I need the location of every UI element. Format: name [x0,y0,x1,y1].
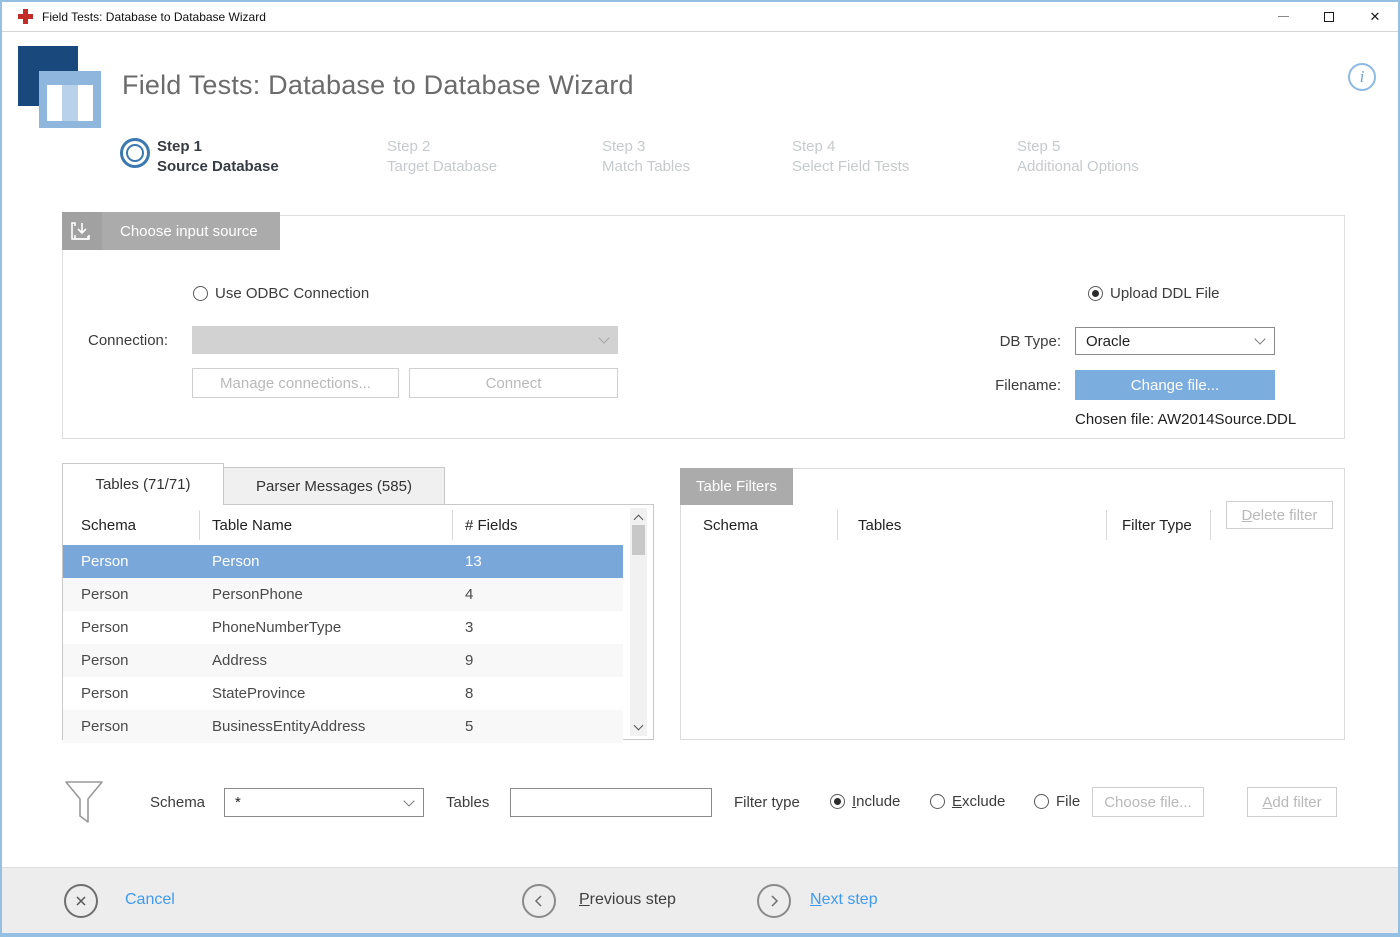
scroll-down-icon[interactable] [630,720,647,734]
change-file-button[interactable]: Change file... [1075,370,1275,400]
scrollbar-thumb[interactable] [632,525,645,555]
filters-column-tables: Tables [838,510,1107,540]
table-row[interactable]: Person StateProvince 8 [63,677,623,710]
exclude-radio[interactable]: Exclude [930,793,1005,811]
filter-tables-label: Tables [446,794,489,811]
table-row[interactable]: Person BusinessEntityAddress 5 [63,710,623,743]
filter-tables-input[interactable] [510,788,712,817]
download-icon [62,212,102,250]
tables-list-panel: Schema Table Name # Fields Person Person… [62,504,654,740]
ddl-radio-circle[interactable] [1088,286,1103,301]
table-row[interactable]: Person Person 13 [63,545,623,578]
next-step-icon[interactable] [757,884,791,918]
filter-schema-value: * [235,794,241,811]
db-type-label: DB Type: [963,333,1061,350]
add-filter-button: Add filter [1247,787,1337,817]
connection-select [192,326,618,354]
connection-label: Connection: [88,332,168,349]
include-radio-label: Include [852,793,900,810]
exclude-radio-circle[interactable] [930,794,945,809]
input-source-header: Choose input source [62,212,280,250]
choose-file-button: Choose file... [1092,787,1204,817]
column-num-fields: # Fields [453,513,653,537]
delete-filter-button: Delete filter [1226,501,1333,529]
cancel-icon[interactable] [64,884,98,918]
exclude-radio-label: Exclude [952,793,1005,810]
info-icon[interactable]: i [1348,63,1376,91]
close-button[interactable]: ✕ [1352,2,1398,31]
maximize-icon [1324,12,1334,22]
file-radio-label: File [1056,793,1080,810]
odbc-radio[interactable]: Use ODBC Connection [193,285,369,303]
input-source-header-label: Choose input source [102,223,280,240]
scroll-up-icon[interactable] [630,510,647,524]
table-filters-panel: Schema Tables Filter Type Delete filter [680,468,1345,740]
include-radio-circle[interactable] [830,794,845,809]
chevron-down-icon [1254,333,1265,344]
footer-bar: Cancel Previous step Next step [2,867,1398,933]
minimize-icon [1278,16,1289,17]
close-icon: ✕ [1370,10,1381,23]
window-title: Field Tests: Database to Database Wizard [42,10,266,24]
ddl-radio[interactable]: Upload DDL File [1088,285,1220,303]
cancel-button[interactable]: Cancel [125,891,175,909]
table-row[interactable]: Person PersonPhone 4 [63,578,623,611]
filter-schema-select[interactable]: * [224,788,424,817]
table-filters-header: Table Filters [680,468,793,505]
column-table-name: Table Name [200,510,453,540]
page-title: Field Tests: Database to Database Wizard [122,70,634,101]
step-2-target-database: Step 2Target Database [387,137,497,177]
odbc-radio-circle[interactable] [193,286,208,301]
table-filters-header-label: Table Filters [680,478,793,495]
step-5-additional-options: Step 5Additional Options [1017,137,1139,177]
tables-list-header: Schema Table Name # Fields [63,505,653,545]
app-window: Field Tests: Database to Database Wizard… [0,0,1400,937]
step-1-source-database: Step 1Source Database [157,137,279,177]
step-4-select-field-tests: Step 4Select Field Tests [792,137,909,177]
connect-button: Connect [409,368,618,398]
app-logo-icon [18,46,102,128]
filter-type-label: Filter type [734,794,800,811]
previous-step-icon[interactable] [522,884,556,918]
chosen-file-text: Chosen file: AW2014Source.DDL [1075,411,1296,428]
tables-list-body: Person Person 13 Person PersonPhone 4 Pe… [63,545,653,743]
file-radio[interactable]: File [1034,793,1080,811]
step-3-match-tables: Step 3Match Tables [602,137,690,177]
title-bar: Field Tests: Database to Database Wizard… [2,2,1398,32]
step1-circle-icon [120,138,150,168]
file-radio-circle[interactable] [1034,794,1049,809]
filters-column-filter-type: Filter Type [1107,510,1211,540]
table-row[interactable]: Person Address 9 [63,644,623,677]
chevron-down-icon [598,332,609,343]
next-step-button[interactable]: Next step [810,891,878,909]
funnel-icon [64,780,104,831]
window-controls: ✕ [1260,2,1398,31]
tab-parser-messages[interactable]: Parser Messages (585) [223,467,445,505]
tables-scrollbar[interactable] [630,508,647,736]
ddl-radio-label: Upload DDL File [1110,285,1220,302]
tab-tables[interactable]: Tables (71/71) [62,463,224,505]
filters-column-schema: Schema [681,510,838,540]
column-schema: Schema [63,510,200,540]
manage-connections-button: Manage connections... [192,368,399,398]
filter-schema-label: Schema [150,794,205,811]
db-type-select[interactable]: Oracle [1075,327,1275,355]
table-row[interactable]: Person PhoneNumberType 3 [63,611,623,644]
chevron-down-icon [403,795,414,806]
include-radio[interactable]: Include [830,793,900,811]
app-cross-icon [18,9,33,24]
wizard-steps: Step 1Source Database Step 2Target Datab… [2,137,1398,183]
filename-label: Filename: [963,377,1061,394]
minimize-button[interactable] [1260,2,1306,31]
odbc-radio-label: Use ODBC Connection [215,285,369,302]
maximize-button[interactable] [1306,2,1352,31]
previous-step-button[interactable]: Previous step [579,891,676,909]
db-type-value: Oracle [1086,333,1130,350]
